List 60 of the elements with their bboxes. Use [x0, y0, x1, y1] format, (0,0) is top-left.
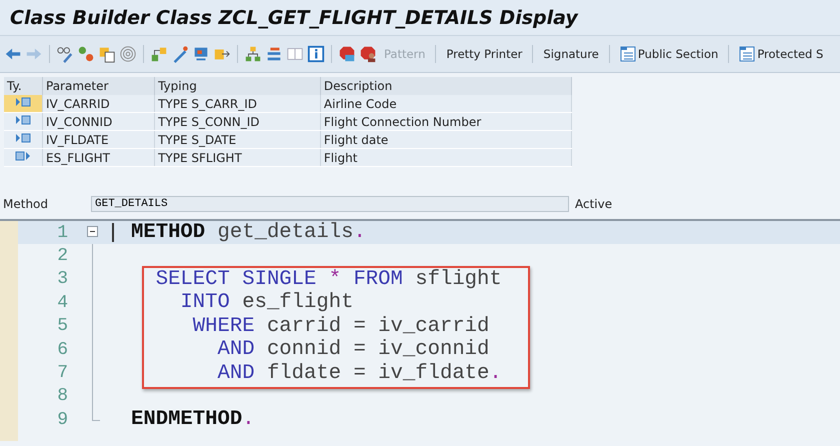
- code-line: INTO es_flight: [179, 291, 354, 314]
- code-line: ENDMETHOD.: [131, 408, 255, 432]
- table-cell: TYPE S_CARR_ID: [154, 95, 320, 112]
- blocks-icon[interactable]: [150, 45, 168, 63]
- table-cell: Flight date: [320, 130, 572, 148]
- toolbar-button[interactable]: Protected S: [735, 46, 828, 62]
- method-field[interactable]: GET_DETAILS: [91, 196, 569, 212]
- code-editor[interactable]: 1 METHOD get_details. 2 3 SELECT SINGLE * FROM sflight 4 INTO es_flight 5 WHERE carrid = iv_carrid 6 AND connid = iv_connid 7 AND fldate = iv_fldate. 8 9 ENDMETHOD.: [0, 219, 840, 441]
- align-icon[interactable]: [265, 45, 283, 63]
- table-cell: Flight Connection Number: [320, 112, 572, 130]
- line-number: 4: [56, 292, 68, 313]
- type-cell[interactable]: [4, 95, 42, 112]
- table-cell: IV_CONNID: [42, 112, 155, 130]
- code-line: WHERE carrid = iv_carrid: [192, 314, 490, 338]
- line-number: 9: [56, 410, 68, 430]
- line-number: 7: [56, 363, 68, 384]
- line-number: 2: [56, 246, 68, 266]
- table-cell: ES_FLIGHT: [42, 148, 155, 166]
- method-label: Method: [2, 197, 50, 211]
- table-cell: TYPE S_DATE: [154, 130, 320, 148]
- text-cursor: [112, 223, 114, 242]
- line-number: 1: [56, 222, 68, 243]
- code-line: AND connid = iv_connid: [216, 338, 490, 362]
- document-icon: [620, 46, 636, 62]
- line-number: 3: [56, 269, 68, 290]
- glasses-pencil-icon[interactable]: [56, 45, 74, 63]
- table-cell: TYPE S_CONN_ID: [154, 112, 320, 130]
- stop-monitor-icon[interactable]: [338, 45, 356, 63]
- column-header: Description: [320, 77, 572, 95]
- type-cell[interactable]: [4, 130, 42, 148]
- column-header: Parameter: [42, 77, 155, 95]
- table-cell: IV_FLDATE: [42, 130, 155, 148]
- document-icon: [739, 46, 756, 62]
- panel-icon[interactable]: [286, 45, 304, 63]
- line-number: 5: [56, 316, 68, 336]
- column-header: Ty.: [4, 77, 42, 95]
- toolbar-button[interactable]: Pretty Printer: [442, 47, 526, 61]
- window-title: Class Builder Class ZCL_GET_FLIGHT_DETAILS Display: [10, 6, 578, 28]
- copy-icon[interactable]: [98, 45, 116, 63]
- stop-person-icon[interactable]: [359, 45, 377, 63]
- code-line: METHOD get_details.: [131, 221, 366, 244]
- wand-icon[interactable]: [171, 45, 189, 63]
- type-cell[interactable]: [4, 148, 42, 166]
- column-header: Typing: [154, 77, 320, 95]
- type-cell[interactable]: [4, 112, 42, 130]
- code-line: SELECT SINGLE * FROM sflight: [154, 268, 502, 291]
- hierarchy-icon[interactable]: [244, 45, 262, 63]
- status-text: Active: [574, 197, 612, 211]
- info-icon[interactable]: [307, 45, 325, 63]
- line-number: 8: [56, 386, 68, 406]
- toolbar-button[interactable]: Public Section: [616, 46, 722, 62]
- collapse-icon[interactable]: [87, 226, 98, 237]
- table-cell: Flight: [320, 148, 572, 166]
- table-cell: IV_CARRID: [42, 95, 155, 112]
- table-cell: TYPE SFLIGHT: [154, 148, 320, 166]
- toolbar-button[interactable]: Signature: [539, 47, 603, 61]
- table-cell: Airline Code: [320, 95, 572, 112]
- monitor-icon[interactable]: [192, 45, 210, 63]
- code-line: AND fldate = iv_fldate.: [216, 362, 502, 385]
- line-number: 6: [56, 340, 68, 360]
